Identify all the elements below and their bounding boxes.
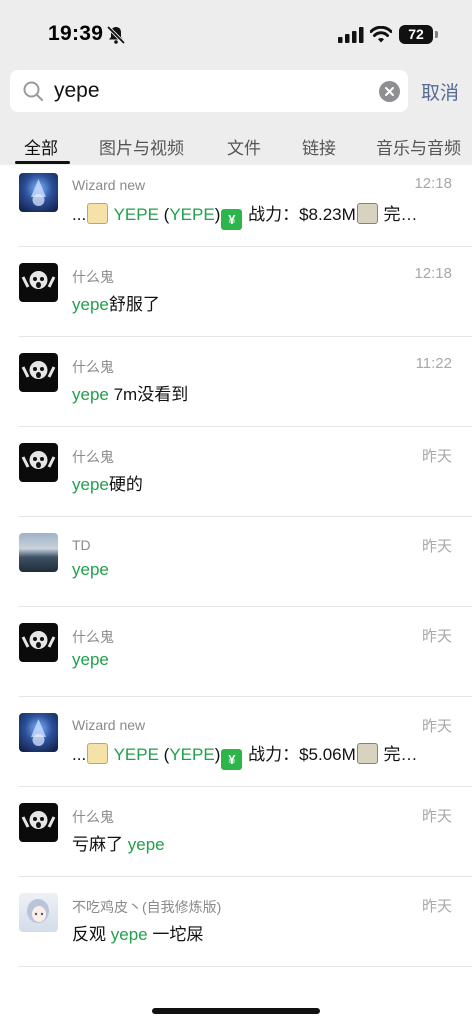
snippet-text: 战力：$5.06M: [243, 745, 356, 764]
memo-emoji-icon: [87, 203, 109, 224]
keyword-highlight: yepe: [127, 835, 165, 854]
tab-images-videos[interactable]: 图片与视频: [99, 134, 184, 159]
message-snippet: 反观 yepe 一坨屎: [72, 920, 442, 945]
wizard-avatar: [19, 173, 58, 212]
snippet-text: (: [158, 205, 170, 224]
ghost-avatar: [19, 623, 58, 662]
search-input[interactable]: [54, 70, 374, 112]
contact-name: 不吃鸡皮丶(自我修炼版): [72, 899, 222, 915]
contact-name: 什么鬼: [72, 449, 114, 465]
keyword-highlight: yepe: [72, 295, 109, 314]
result-row[interactable]: 不吃鸡皮丶(自我修炼版) 昨天 反观 yepe 一坨屎: [0, 877, 472, 967]
clear-search-icon[interactable]: [379, 81, 400, 102]
contact-name: 什么鬼: [72, 269, 114, 285]
message-time: 12:18: [414, 175, 452, 192]
message-snippet: yepe 7m没看到: [72, 380, 442, 405]
keyword-highlight: yepe: [72, 650, 109, 669]
tab-all[interactable]: 全部: [24, 134, 58, 159]
tab-links[interactable]: 链接: [302, 134, 336, 159]
message-time: 昨天: [421, 808, 452, 825]
cellular-signal-icon: [338, 27, 364, 43]
cancel-button[interactable]: 取消: [421, 78, 459, 105]
wifi-icon: [370, 26, 392, 43]
battery-icon: 72: [399, 25, 433, 44]
contact-name: 什么鬼: [72, 809, 114, 825]
contact-name: 什么鬼: [72, 359, 114, 375]
wizard-avatar: [19, 713, 58, 752]
message-time: 昨天: [421, 538, 452, 555]
result-row[interactable]: Wizard new 昨天 ... YEPE (YEPE) ¥ 战力：$5.06M…: [0, 697, 472, 787]
message-snippet: yepe硬的: [72, 470, 442, 495]
snippet-text: 完…: [378, 205, 418, 224]
result-row[interactable]: 什么鬼 昨天 yepe硬的: [0, 427, 472, 517]
status-bar: 19:39 72: [0, 0, 472, 66]
snippet-text: 亏麻了: [72, 835, 128, 854]
snippet-text: 7m没看到: [108, 385, 189, 404]
contact-name: TD: [72, 537, 91, 553]
result-row[interactable]: 什么鬼 昨天 yepe: [0, 607, 472, 697]
message-time: 11:22: [415, 355, 452, 372]
ghost-avatar: [19, 353, 58, 392]
message-snippet: yepe: [72, 560, 442, 580]
message-time: 昨天: [421, 898, 452, 915]
search-bar[interactable]: [10, 70, 408, 112]
battery-tip: [435, 31, 438, 38]
status-time: 19:39: [48, 22, 104, 45]
keyword-highlight: yepe: [110, 925, 148, 944]
keyword-highlight: YEPE: [169, 745, 215, 764]
snippet-text: ...: [72, 205, 87, 224]
snippet-text: 舒服了: [108, 295, 160, 314]
snippet-text: ...: [72, 745, 87, 764]
ghost-avatar: [19, 263, 58, 302]
result-row[interactable]: 什么鬼 12:18 yepe舒服了: [0, 247, 472, 337]
bell-muted-icon: [106, 25, 126, 45]
result-row[interactable]: Wizard new 12:18 ... YEPE (YEPE) ¥ 战力：$8.…: [0, 157, 472, 247]
memo-emoji-icon: [87, 743, 109, 764]
snippet-text: ): [214, 745, 221, 764]
yen-chart-emoji-icon: ¥: [221, 209, 243, 230]
message-snippet: yepe: [72, 650, 442, 670]
result-row[interactable]: 什么鬼 昨天 亏麻了 yepe: [0, 787, 472, 877]
message-snippet: 亏麻了 yepe: [72, 830, 442, 855]
message-time: 昨天: [421, 718, 452, 735]
snippet-text: 战力：$8.23M: [243, 205, 356, 224]
snippet-text: ): [214, 205, 221, 224]
home-indicator[interactable]: [152, 1008, 320, 1014]
contact-name: Wizard new: [72, 717, 146, 733]
message-snippet: ... YEPE (YEPE) ¥ 战力：$8.23M 完…: [72, 200, 442, 230]
snippet-text: 一坨屎: [147, 925, 204, 944]
message-time: 昨天: [421, 628, 452, 645]
keyword-highlight: YEPE: [113, 205, 159, 224]
keyword-highlight: yepe: [72, 475, 109, 494]
yen-chart-emoji-icon: ¥: [221, 749, 243, 770]
ghost-avatar: [19, 803, 58, 842]
snippet-text: 完…: [378, 745, 418, 764]
message-snippet: yepe舒服了: [72, 290, 442, 315]
message-time: 12:18: [414, 265, 452, 282]
tab-music-audio[interactable]: 音乐与音频: [376, 134, 461, 159]
tab-files[interactable]: 文件: [227, 134, 261, 159]
contact-name: Wizard new: [72, 177, 146, 193]
message-snippet: ... YEPE (YEPE) ¥ 战力：$5.06M 完…: [72, 740, 442, 770]
bank-emoji-icon: [356, 743, 378, 764]
row-divider: [19, 966, 472, 967]
anime-girl-avatar: [19, 893, 58, 932]
snippet-text: (: [158, 745, 170, 764]
keyword-highlight: YEPE: [169, 205, 215, 224]
contact-name: 什么鬼: [72, 629, 114, 645]
snippet-text: 硬的: [108, 475, 143, 494]
result-row[interactable]: 什么鬼 11:22 yepe 7m没看到: [0, 337, 472, 427]
keyword-highlight: YEPE: [113, 745, 159, 764]
landscape-avatar: [19, 533, 58, 572]
ghost-avatar: [19, 443, 58, 482]
result-row[interactable]: TD 昨天 yepe: [0, 517, 472, 607]
snippet-text: 反观: [72, 925, 111, 944]
keyword-highlight: yepe: [72, 385, 109, 404]
keyword-highlight: yepe: [72, 560, 109, 579]
message-time: 昨天: [421, 448, 452, 465]
search-icon: [23, 81, 43, 101]
bank-emoji-icon: [356, 203, 378, 224]
